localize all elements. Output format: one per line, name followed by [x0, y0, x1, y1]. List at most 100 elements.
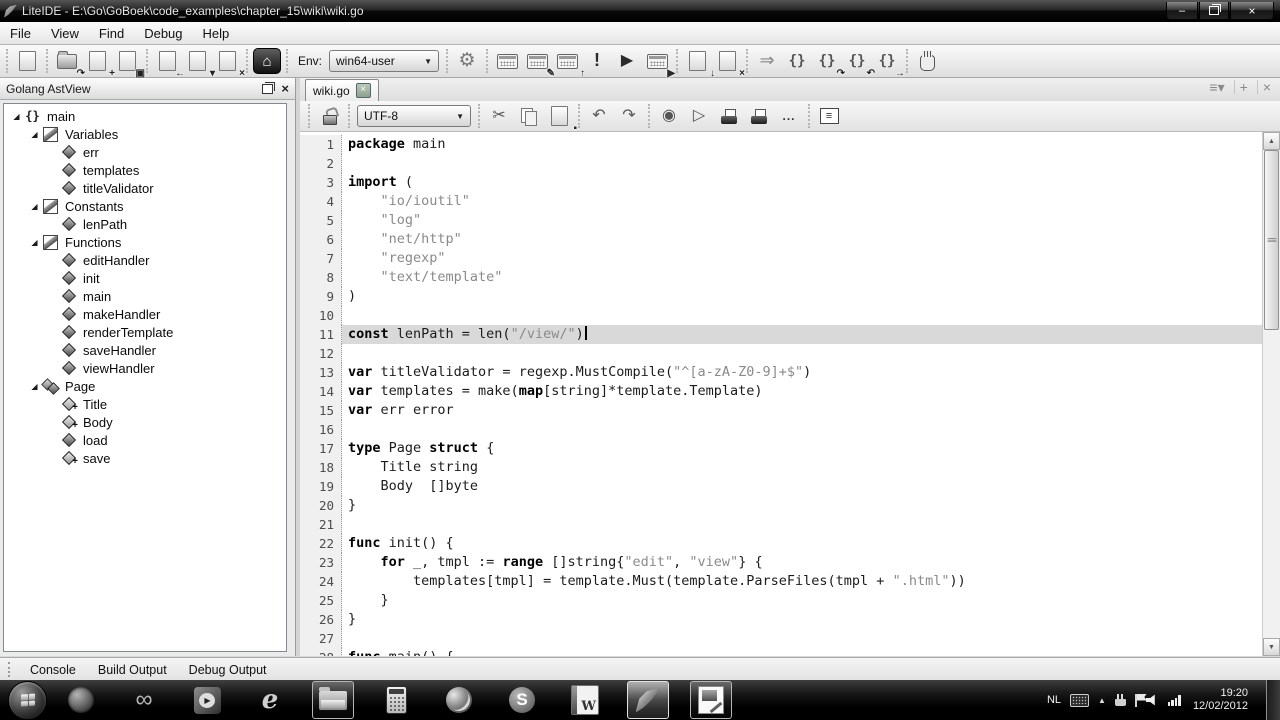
fold-in-button[interactable]: {}↷: [813, 48, 841, 75]
photo-viewer-button[interactable]: [690, 681, 732, 719]
pan-hand-button[interactable]: [913, 48, 941, 75]
media-player-button[interactable]: ▶: [186, 681, 228, 719]
tree-item-main[interactable]: ◢{}main: [4, 107, 286, 125]
options-gear-button[interactable]: ⚙: [453, 48, 481, 75]
liteide-button[interactable]: [627, 681, 669, 719]
expander-icon[interactable]: ◢: [28, 238, 41, 247]
close-button[interactable]: ×: [1230, 2, 1274, 20]
play-macro-button[interactable]: ▷: [685, 103, 713, 130]
record-macro-button[interactable]: ◉: [655, 103, 683, 130]
fold-out-button[interactable]: {}↶: [843, 48, 871, 75]
tab-wiki-go[interactable]: wiki.go ×: [305, 79, 379, 101]
run-button[interactable]: ▶: [613, 48, 641, 75]
clock[interactable]: 19:2012/02/2012: [1193, 687, 1248, 713]
output-tab-console[interactable]: Console: [19, 663, 87, 677]
tree-item-init[interactable]: init: [4, 269, 286, 287]
word-button[interactable]: W: [564, 681, 606, 719]
keyboard-icon[interactable]: [1070, 694, 1089, 707]
close-editor-icon[interactable]: ×: [1257, 80, 1276, 94]
close-all-button[interactable]: ×: [713, 48, 741, 75]
paste-button[interactable]: ▪: [545, 103, 573, 130]
tree-item-Variables[interactable]: ◢Variables: [4, 125, 286, 143]
tree-item-Constants[interactable]: ◢Constants: [4, 197, 286, 215]
code-editor[interactable]: 1package main23import (4 "io/ioutil"5 "l…: [300, 132, 1263, 656]
print-button[interactable]: [715, 103, 743, 130]
menu-help[interactable]: Help: [193, 22, 240, 44]
scroll-down-icon[interactable]: ▼: [1263, 638, 1280, 656]
editor-scrollbar[interactable]: ▲ ≡≡ ▼: [1262, 132, 1280, 656]
expander-icon[interactable]: ◢: [28, 382, 41, 391]
copy-button[interactable]: [515, 103, 543, 130]
revert-file-button[interactable]: ←: [153, 48, 181, 75]
undo-button[interactable]: ↶: [585, 103, 613, 130]
windows-explorer-button[interactable]: [312, 681, 354, 719]
run-file-button[interactable]: ▶: [643, 48, 671, 75]
internet-explorer-button[interactable]: e: [249, 681, 291, 719]
expression-infinity-button[interactable]: ∞: [123, 681, 165, 719]
volume-icon[interactable]: [1146, 694, 1159, 706]
start-button[interactable]: [8, 681, 47, 720]
tree-item-templates[interactable]: templates: [4, 161, 286, 179]
menu-view[interactable]: View: [41, 22, 89, 44]
stop-button[interactable]: !: [583, 48, 611, 75]
scrollbar-thumb[interactable]: ≡≡: [1264, 150, 1279, 330]
cut-button[interactable]: ✂: [485, 103, 513, 130]
print-preview-button[interactable]: [745, 103, 773, 130]
encoding-select[interactable]: UTF-8▼: [357, 105, 471, 127]
maximize-button[interactable]: [1199, 2, 1229, 20]
expander-icon[interactable]: ◢: [28, 130, 41, 139]
tree-item-err[interactable]: err: [4, 143, 286, 161]
output-tab-debug-output[interactable]: Debug Output: [178, 663, 278, 677]
undock-panel-icon[interactable]: [262, 84, 273, 94]
tree-item-viewHandler[interactable]: viewHandler: [4, 359, 286, 377]
code-fold-button[interactable]: {}: [783, 48, 811, 75]
minimize-button[interactable]: –: [1166, 2, 1198, 20]
show-desktop-button[interactable]: [1266, 680, 1280, 720]
tree-item-saveHandler[interactable]: saveHandler: [4, 341, 286, 359]
build-button[interactable]: [493, 48, 521, 75]
save-all-files-button[interactable]: ▣: [113, 48, 141, 75]
tree-item-main[interactable]: main: [4, 287, 286, 305]
network-signal-icon[interactable]: [1168, 694, 1181, 706]
close-panel-icon[interactable]: ×: [281, 82, 289, 95]
titlebar[interactable]: LiteIDE - E:\Go\GoBoek\code_examples\cha…: [0, 0, 1280, 22]
jump-to-button[interactable]: ⇒: [753, 48, 781, 75]
tree-item-makeHandler[interactable]: makeHandler: [4, 305, 286, 323]
output-tab-build-output[interactable]: Build Output: [87, 663, 178, 677]
editor-list-menu-icon[interactable]: ≡▾: [1204, 80, 1229, 94]
language-indicator[interactable]: NL: [1047, 694, 1061, 706]
skype-button[interactable]: S: [501, 681, 543, 719]
expander-icon[interactable]: ◢: [28, 202, 41, 211]
close-file-button[interactable]: ×: [213, 48, 241, 75]
tree-item-Title[interactable]: Title: [4, 395, 286, 413]
firefox-button[interactable]: [438, 681, 480, 719]
tree-item-renderTemplate[interactable]: renderTemplate: [4, 323, 286, 341]
tree-item-Body[interactable]: Body: [4, 413, 286, 431]
split-add-icon[interactable]: +: [1234, 80, 1253, 94]
menu-find[interactable]: Find: [89, 22, 134, 44]
lock-file-button[interactable]: [315, 103, 343, 130]
tree-item-editHandler[interactable]: editHandler: [4, 251, 286, 269]
more-button[interactable]: ...: [775, 103, 803, 130]
build-export-button[interactable]: ↑: [553, 48, 581, 75]
tree-item-Functions[interactable]: ◢Functions: [4, 233, 286, 251]
fold-end-button[interactable]: {}→: [873, 48, 901, 75]
expander-icon[interactable]: ◢: [10, 112, 23, 121]
tree-item-titleValidator[interactable]: titleValidator: [4, 179, 286, 197]
new-file-button[interactable]: [13, 48, 41, 75]
reload-folder-button[interactable]: ↷: [53, 48, 81, 75]
tab-close-icon[interactable]: ×: [356, 83, 371, 98]
calculator-button[interactable]: [375, 681, 417, 719]
menu-file[interactable]: File: [0, 22, 41, 44]
copy-file-button[interactable]: +: [83, 48, 111, 75]
goto-line-button[interactable]: ↓: [683, 48, 711, 75]
tree-item-lenPath[interactable]: lenPath: [4, 215, 286, 233]
edit-list-button[interactable]: ≡: [815, 103, 843, 130]
home-button[interactable]: ⌂: [253, 48, 281, 75]
scroll-up-icon[interactable]: ▲: [1263, 132, 1280, 150]
tree-item-Page[interactable]: ◢Page: [4, 377, 286, 395]
tree-item-save[interactable]: save: [4, 449, 286, 467]
build-edit-button[interactable]: ✎: [523, 48, 551, 75]
power-plug-icon[interactable]: [1115, 694, 1126, 706]
tree-item-load[interactable]: load: [4, 431, 286, 449]
